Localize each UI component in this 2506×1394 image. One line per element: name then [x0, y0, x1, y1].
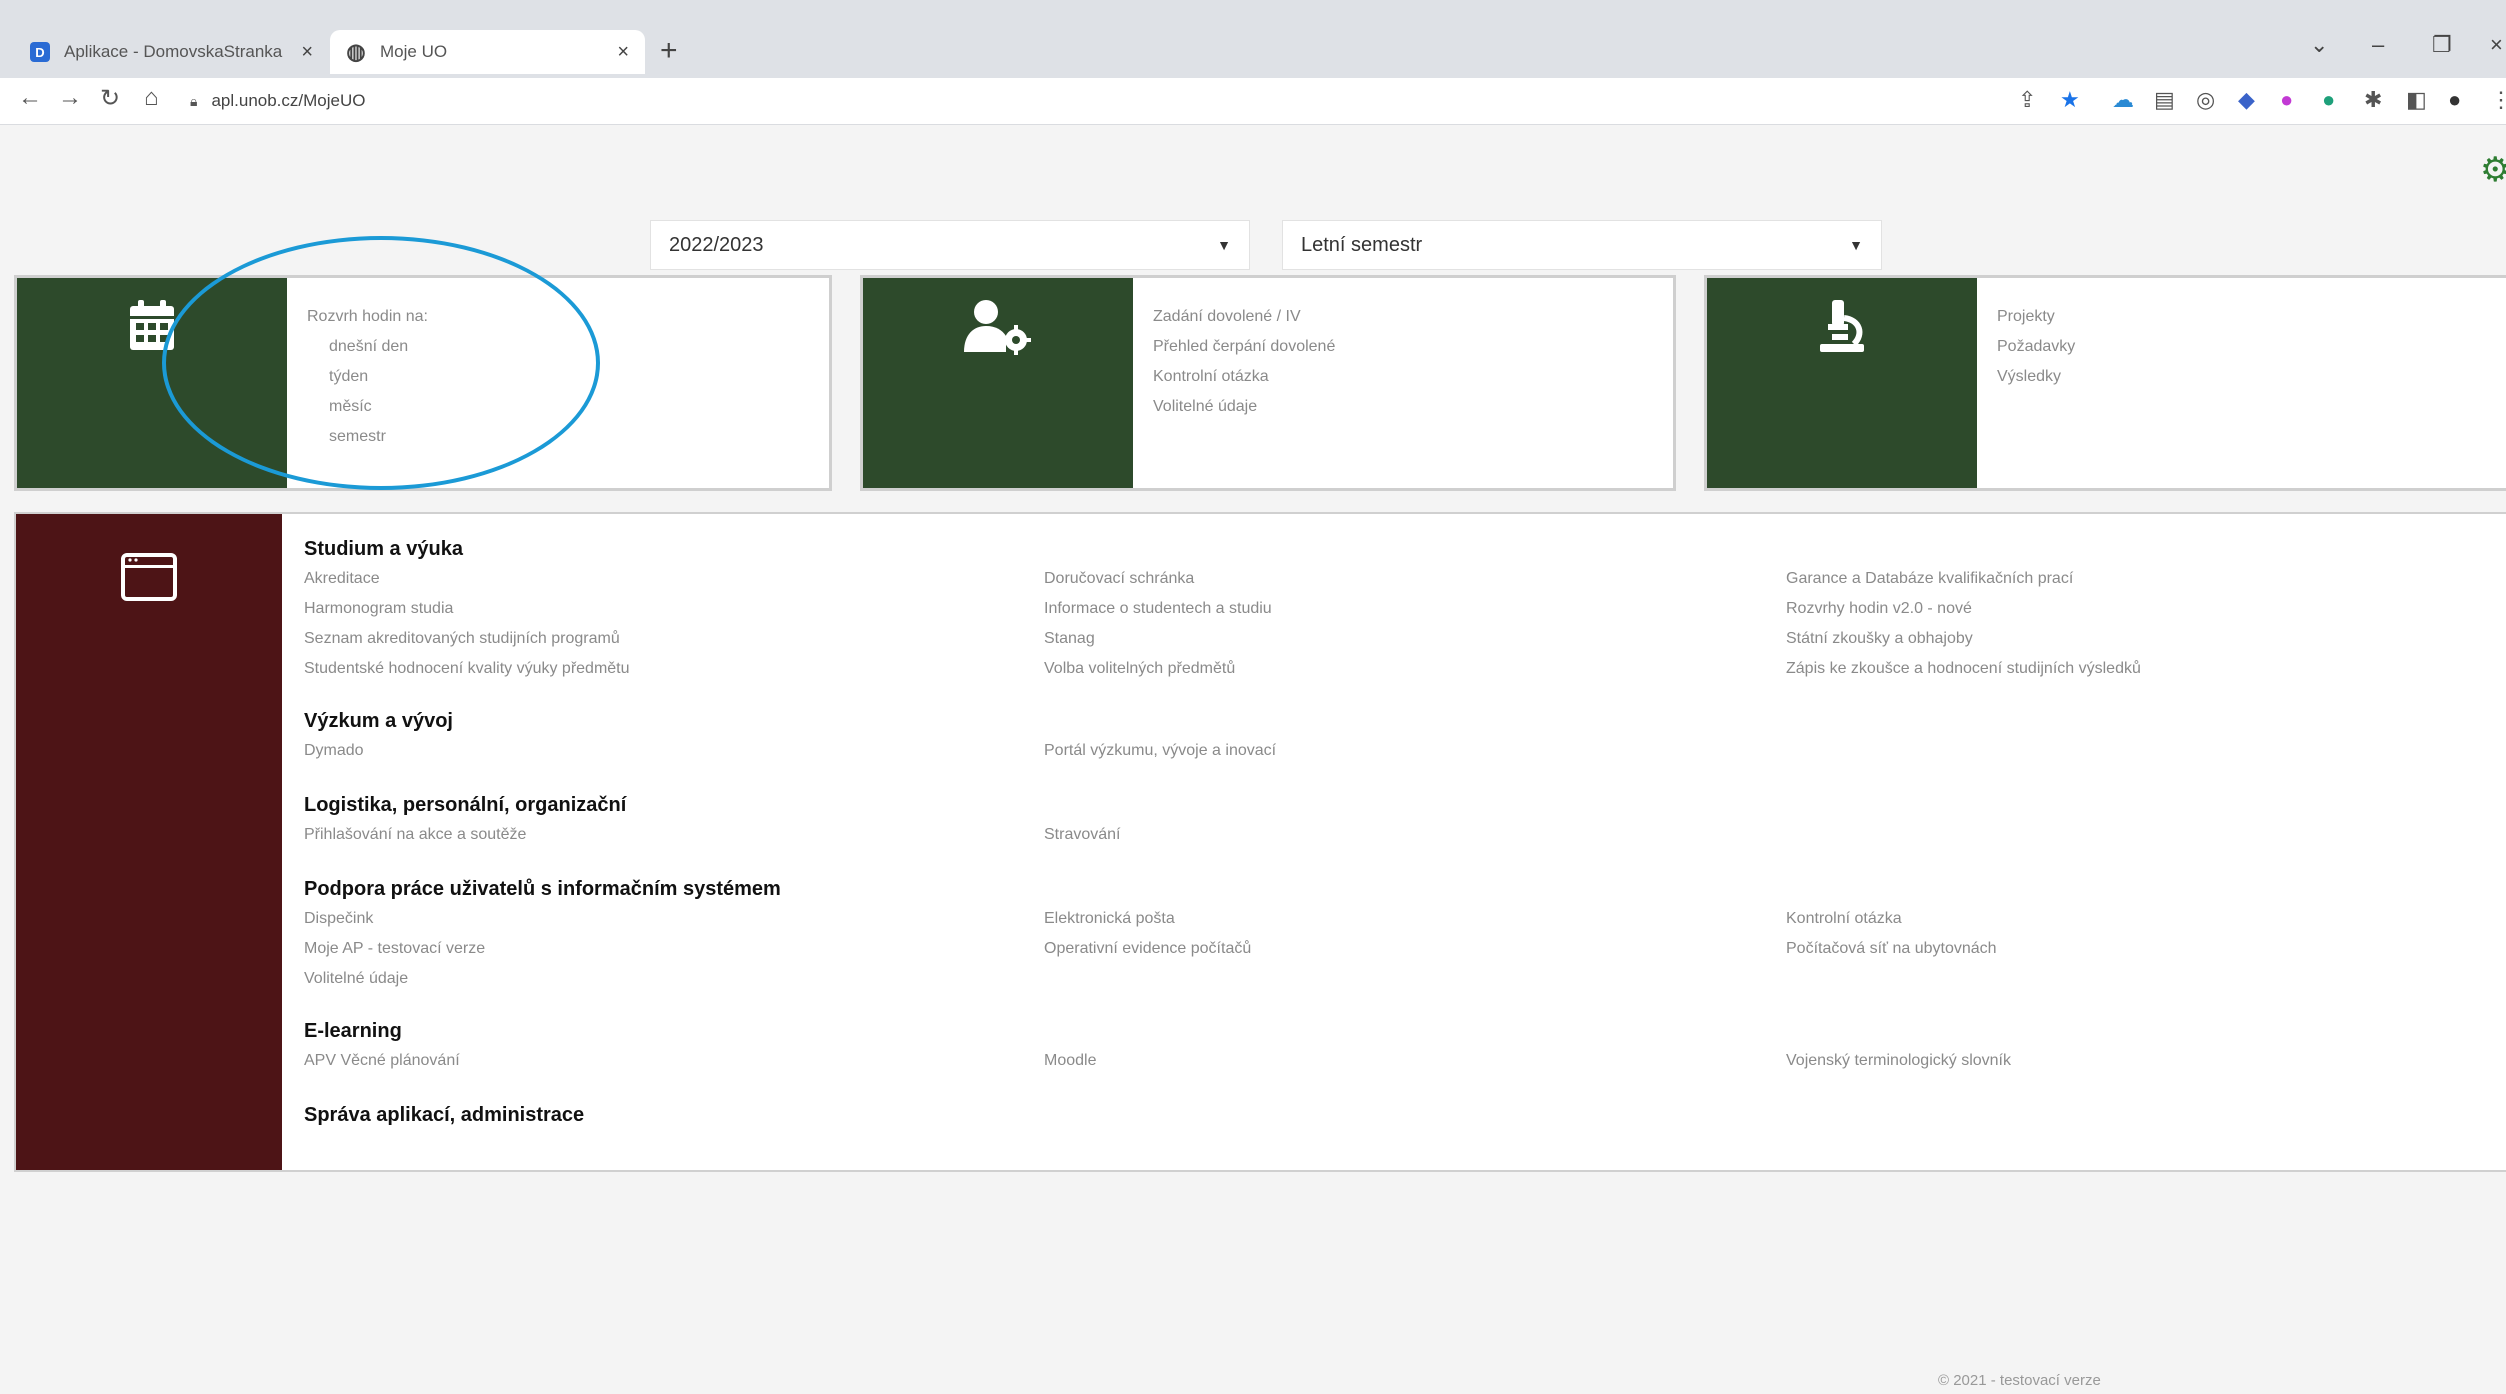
app-link[interactable]: Doručovací schránka — [1044, 570, 1194, 588]
close-icon[interactable]: × — [617, 41, 629, 64]
app-link[interactable]: Vojenský terminologický slovník — [1786, 1052, 2011, 1070]
app-link[interactable]: Volba volitelných předmětů — [1044, 660, 1235, 678]
extension-icon[interactable]: ● — [2322, 87, 2335, 113]
section-title-logistika: Logistika, personální, organizační — [304, 794, 627, 816]
app-link[interactable]: APV Věcné plánování — [304, 1052, 460, 1070]
app-link[interactable]: Kontrolní otázka — [1786, 910, 1902, 928]
forward-icon[interactable]: → — [58, 84, 82, 112]
new-tab-button[interactable]: + — [660, 34, 678, 68]
browser-toolbar: ← → ↻ ⌂ 🔒︎ apl.unob.cz/MojeUO ⇪ ★ ☁ ▤ ◎ … — [0, 78, 2506, 125]
microscope-icon-box — [1707, 278, 1977, 488]
app-link[interactable]: Rozvrhy hodin v2.0 - nové — [1786, 600, 1972, 618]
app-link[interactable]: Dispečink — [304, 910, 373, 928]
caret-down-icon: ▼ — [1217, 237, 1231, 253]
share-icon[interactable]: ⇪ — [2018, 87, 2036, 113]
app-link[interactable]: Moodle — [1044, 1052, 1096, 1070]
section-title-sprava: Správa aplikací, administrace — [304, 1104, 585, 1126]
window-icon-box — [16, 514, 282, 1170]
browser-tab-bar: D Aplikace - DomovskaStranka × ◍ Moje UO… — [0, 0, 2506, 78]
globe-icon: ◍ — [346, 39, 366, 64]
vacation-overview-link[interactable]: Přehled čerpání dovolené — [1153, 332, 1335, 362]
browser-tab-moje-uo[interactable]: ◍ Moje UO × — [330, 30, 645, 74]
home-icon[interactable]: ⌂ — [144, 84, 159, 112]
results-link[interactable]: Výsledky — [1997, 362, 2075, 392]
app-link[interactable]: Počítačová síť na ubytovnách — [1786, 940, 1997, 958]
user-settings-icon-box — [863, 278, 1133, 488]
puzzle-icon[interactable]: ✱ — [2364, 87, 2382, 113]
tab-search-icon[interactable]: ⌄ — [2310, 32, 2328, 58]
minimize-icon[interactable]: – — [2372, 32, 2384, 58]
caret-down-icon: ▼ — [1849, 237, 1863, 253]
control-question-link[interactable]: Kontrolní otázka — [1153, 362, 1335, 392]
semester-select[interactable]: Letní semestr ▼ — [1282, 220, 1882, 270]
requests-link[interactable]: Požadavky — [1997, 332, 2075, 362]
year-select-value: 2022/2023 — [669, 233, 764, 256]
footer-text: © 2021 - testovací verze — [1938, 1372, 2101, 1389]
extension-icon[interactable]: ▤ — [2154, 87, 2175, 113]
extension-icon[interactable]: ◆ — [2238, 87, 2255, 113]
browser-tab-aplikace[interactable]: D Aplikace - DomovskaStranka × — [14, 30, 329, 74]
extension-icon[interactable]: ● — [2280, 87, 2293, 113]
app-link[interactable]: Akreditace — [304, 570, 380, 588]
personnel-links: Zadání dovolené / IV Přehled čerpání dov… — [1133, 278, 1335, 488]
vacation-entry-link[interactable]: Zadání dovolené / IV — [1153, 302, 1335, 332]
semester-select-value: Letní semestr — [1301, 233, 1423, 256]
app-link[interactable]: Operativní evidence počítačů — [1044, 940, 1251, 958]
app-link[interactable]: Seznam akreditovaných studijních program… — [304, 630, 620, 648]
window-icon — [121, 553, 177, 601]
back-icon[interactable]: ← — [18, 84, 42, 112]
app-link[interactable]: Zápis ke zkoušce a hodnocení studijních … — [1786, 660, 2141, 678]
reload-icon[interactable]: ↻ — [100, 84, 120, 113]
app-link[interactable]: Portál výzkumu, vývoje a inovací — [1044, 742, 1276, 760]
app-icon: D — [30, 42, 50, 62]
close-icon[interactable]: × — [301, 41, 313, 64]
microscope-icon — [1820, 300, 1864, 352]
optional-data-link[interactable]: Volitelné údaje — [1153, 392, 1335, 422]
app-link[interactable]: Garance a Databáze kvalifikačních prací — [1786, 570, 2073, 588]
highlight-circle-annotation — [162, 236, 600, 490]
app-link[interactable]: Přihlašování na akce a soutěže — [304, 826, 526, 844]
side-panel-icon[interactable]: ◧ — [2406, 87, 2427, 113]
menu-icon[interactable]: ⋮ — [2490, 87, 2506, 113]
restore-icon[interactable]: ❐ — [2432, 32, 2452, 58]
personnel-tile: Zadání dovolené / IV Přehled čerpání dov… — [860, 275, 1676, 491]
section-title-studium: Studium a výuka — [304, 538, 463, 560]
avatar[interactable]: ● — [2448, 87, 2461, 113]
settings-gear-icon[interactable]: ⚙ — [2480, 150, 2506, 190]
app-link[interactable]: Elektronická pošta — [1044, 910, 1175, 928]
app-link[interactable]: Studentské hodnocení kvality výuky předm… — [304, 660, 630, 678]
projects-link[interactable]: Projekty — [1997, 302, 2075, 332]
app-link[interactable]: Moje AP - testovací verze — [304, 940, 485, 958]
applications-panel: Studium a výuka Akreditace Harmonogram s… — [14, 512, 2506, 1172]
app-link[interactable]: Stravování — [1044, 826, 1120, 844]
cloud-icon[interactable]: ☁ — [2112, 87, 2134, 113]
window-close-icon[interactable]: × — [2490, 32, 2503, 58]
research-tile: Projekty Požadavky Výsledky — [1704, 275, 2506, 491]
app-link[interactable]: Dymado — [304, 742, 364, 760]
app-link[interactable]: Státní zkoušky a obhajoby — [1786, 630, 1973, 648]
app-link[interactable]: Harmonogram studia — [304, 600, 453, 618]
app-link[interactable]: Informace o studentech a studiu — [1044, 600, 1272, 618]
app-link[interactable]: Stanag — [1044, 630, 1095, 648]
extension-icon[interactable]: ◎ — [2196, 87, 2215, 113]
lock-icon: 🔒︎ — [190, 92, 198, 109]
url-text: apl.unob.cz/MojeUO — [211, 91, 366, 110]
tab-title: Moje UO — [380, 42, 448, 61]
bookmark-star-icon[interactable]: ★ — [2060, 87, 2080, 113]
section-title-podpora: Podpora práce uživatelů s informačním sy… — [304, 878, 781, 900]
section-title-vyzkum: Výzkum a vývoj — [304, 710, 453, 732]
tab-title: Aplikace - DomovskaStranka — [64, 42, 283, 61]
app-link[interactable]: Volitelné údaje — [304, 970, 408, 988]
address-bar[interactable]: 🔒︎ apl.unob.cz/MojeUO — [190, 86, 365, 116]
section-title-elearning: E-learning — [304, 1020, 402, 1042]
research-links: Projekty Požadavky Výsledky — [1977, 278, 2075, 488]
user-settings-icon — [964, 300, 1031, 355]
year-select[interactable]: 2022/2023 ▼ — [650, 220, 1250, 270]
